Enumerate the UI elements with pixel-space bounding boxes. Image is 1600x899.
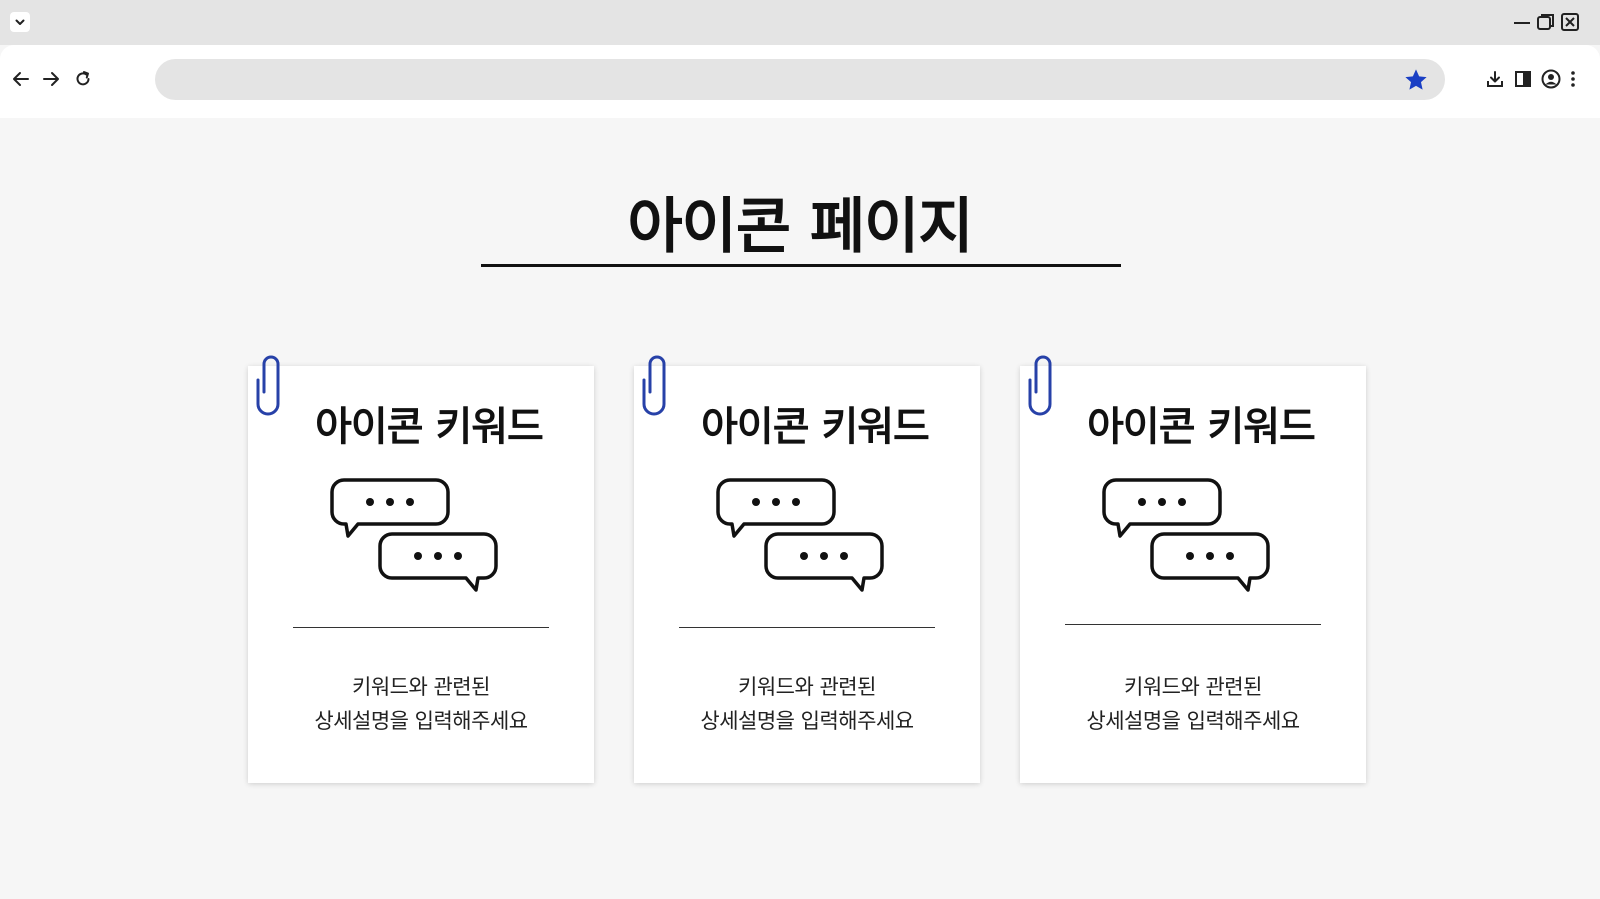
forward-button[interactable]	[39, 67, 63, 91]
card-desc-line: 상세설명을 입력해주세요	[700, 709, 914, 733]
chat-bubbles-icon	[716, 478, 884, 592]
keyword-card: 아이콘 키워드 키워드와 관련된 상세설명을 입력해주세요	[1020, 355, 1366, 783]
card-desc-line: 상세설명을 입력해주세요	[314, 709, 528, 733]
card-divider	[293, 627, 549, 628]
card-desc-line: 키워드와 관련된	[738, 675, 876, 699]
back-arrow-icon	[13, 72, 29, 86]
card-description: 키워드와 관련된 상세설명을 입력해주세요	[1020, 670, 1366, 738]
more-vert-icon	[1571, 71, 1575, 87]
card-desc-line: 상세설명을 입력해주세요	[1086, 709, 1300, 733]
download-button[interactable]	[1484, 67, 1506, 91]
back-button[interactable]	[9, 67, 33, 91]
window-controls	[1512, 10, 1580, 34]
bookmark-button[interactable]	[1403, 67, 1429, 93]
page-title: 아이콘 페이지	[627, 192, 973, 262]
card-description: 키워드와 관련된 상세설명을 입력해주세요	[248, 670, 594, 738]
card-title: 아이콘 키워드	[315, 404, 544, 450]
card-description: 키워드와 관련된 상세설명을 입력해주세요	[634, 670, 980, 738]
card-desc-line: 키워드와 관련된	[1124, 675, 1262, 699]
title-underline	[481, 264, 1121, 267]
address-bar[interactable]	[155, 59, 1445, 100]
card-divider	[679, 627, 935, 628]
title-bar	[0, 0, 1600, 45]
keyword-card: 아이콘 키워드 키워드와 관련된 상세설명을 입력해주세요	[634, 355, 980, 783]
chat-bubbles-icon	[1102, 478, 1270, 592]
tab-search-button[interactable]	[10, 12, 30, 32]
reload-icon	[76, 71, 90, 86]
minimize-icon	[1514, 22, 1530, 24]
restore-icon	[1537, 14, 1554, 30]
keyword-card: 아이콘 키워드 키워드와 관련된 상세설명을 입력해주세요	[248, 355, 594, 783]
toolbar-actions	[1484, 67, 1578, 91]
side-panel-button[interactable]	[1512, 67, 1534, 91]
restore-button[interactable]	[1536, 11, 1556, 33]
close-button[interactable]	[1560, 11, 1580, 33]
minimize-button[interactable]	[1512, 11, 1532, 33]
more-menu-button[interactable]	[1568, 67, 1578, 91]
profile-button[interactable]	[1540, 67, 1562, 91]
card-title: 아이콘 키워드	[701, 404, 930, 450]
close-icon	[1561, 13, 1579, 31]
profile-icon	[1541, 69, 1561, 89]
card-desc-line: 키워드와 관련된	[352, 675, 490, 699]
card-title: 아이콘 키워드	[1087, 404, 1316, 450]
side-panel-icon	[1515, 71, 1531, 87]
browser-toolbar	[0, 45, 1600, 118]
reload-button[interactable]	[71, 67, 95, 91]
star-icon	[1405, 69, 1427, 90]
forward-arrow-icon	[43, 72, 59, 86]
chat-bubbles-icon	[330, 478, 498, 592]
chevron-down-icon	[14, 13, 26, 32]
page-content: 아이콘 페이지 아이콘 키워드 키워드와 관련된 상세설명을 입력해주세요 아이…	[0, 118, 1600, 899]
download-icon	[1487, 71, 1503, 87]
card-divider	[1065, 624, 1321, 625]
